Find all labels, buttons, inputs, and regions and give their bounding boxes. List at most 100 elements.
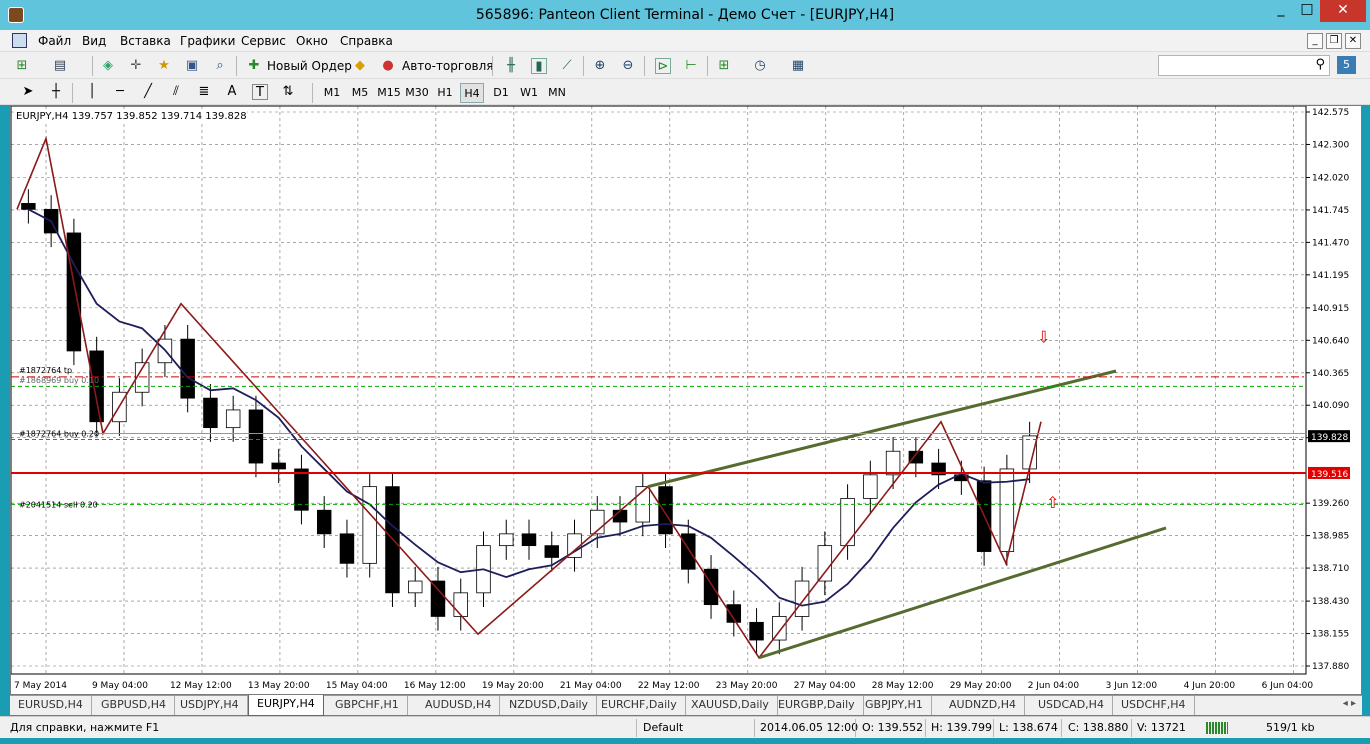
equidistant-channel-icon[interactable]: ⫽ (168, 84, 184, 100)
timeframe-m30[interactable]: M30 (404, 83, 430, 103)
timeframe-h1[interactable]: H1 (433, 83, 457, 103)
menu-tools[interactable]: Сервис (241, 34, 286, 48)
auto-trading-icon[interactable]: ● (380, 58, 396, 74)
candle-body (248, 409, 264, 464)
connection-status-icon[interactable] (1206, 722, 1228, 734)
menu-help[interactable]: Справка (340, 34, 393, 48)
chart-tab[interactable]: NZDUSD,Daily (501, 696, 598, 715)
chart-tab[interactable]: EURGBP,Daily (770, 696, 864, 715)
time-label: 6 Jun 04:00 (1262, 681, 1314, 691)
timeframe-d1[interactable]: D1 (489, 83, 513, 103)
close-button[interactable]: ✕ (1320, 0, 1366, 22)
templates-icon[interactable]: ▦ (790, 58, 806, 74)
chart-tab[interactable]: USDCHF,H4 (1113, 696, 1195, 715)
profiles-icon[interactable]: ▤ (52, 58, 68, 74)
terminal-icon[interactable]: ▣ (184, 58, 200, 74)
chart-tab[interactable]: XAUUSD,Daily (683, 696, 778, 715)
search-icon[interactable]: ⚲ (1315, 57, 1325, 72)
bar-volume: V: 13721 (1137, 721, 1186, 734)
time-label: 13 May 20:00 (248, 681, 310, 691)
candle-body (544, 545, 559, 558)
menu-file[interactable]: Файл (38, 34, 71, 48)
vertical-line-icon[interactable]: │ (84, 84, 100, 100)
candle-body (703, 568, 719, 606)
timeframe-m15[interactable]: M15 (376, 83, 402, 103)
document-icon[interactable] (12, 33, 27, 48)
chart-tab[interactable]: AUDUSD,H4 (417, 696, 501, 715)
toolbar-separator (312, 83, 313, 103)
navigator-icon[interactable]: ★ (156, 58, 172, 74)
chart-tab[interactable]: GBPUSD,H4 (93, 696, 175, 715)
autoscroll-icon[interactable]: ⊳ (655, 58, 671, 74)
candle-body (749, 621, 764, 641)
strategy-tester-icon[interactable]: ⌕ (212, 58, 228, 74)
market-watch-icon[interactable]: ◈ (100, 58, 116, 74)
indicators-icon[interactable]: ⊞ (716, 58, 732, 74)
time-label: 2 Jun 04:00 (1028, 681, 1080, 691)
timeframe-w1[interactable]: W1 (517, 83, 541, 103)
mdi-close-button[interactable]: ✕ (1345, 33, 1361, 49)
chart-tab[interactable]: EURJPY,H4 (248, 695, 324, 716)
menu-view[interactable]: Вид (82, 34, 106, 48)
new-order-icon[interactable]: ✚ (246, 58, 262, 74)
candlestick-icon[interactable]: ▮ (531, 58, 547, 74)
time-label: 19 May 20:00 (482, 681, 544, 691)
meta-editor-icon[interactable]: ◆ (352, 58, 368, 74)
menu-charts[interactable]: Графики (180, 34, 235, 48)
chart-tab[interactable]: AUDNZD,H4 (941, 696, 1026, 715)
timeframe-m1[interactable]: M1 (320, 83, 344, 103)
bar-chart-icon[interactable]: ╫ (503, 58, 519, 74)
candle-body (66, 232, 82, 352)
mdi-restore-button[interactable]: ❐ (1326, 33, 1342, 49)
tab-scroll-arrows[interactable]: ◂ ▸ (1343, 698, 1356, 709)
time-label: 22 May 12:00 (638, 681, 700, 691)
menu-window[interactable]: Окно (296, 34, 328, 48)
auto-trading-button[interactable]: Авто-торговля (402, 56, 494, 76)
timeframe-h4[interactable]: H4 (460, 83, 484, 103)
candle-body (885, 450, 901, 476)
chart-shift-icon[interactable]: ⊢ (683, 58, 699, 74)
chart-tab[interactable]: GBPCHF,H1 (327, 696, 408, 715)
candle-body (339, 533, 355, 564)
price-chart[interactable]: 142.575 142.300 142.020 141.745 141.470 141.1… (11, 106, 1363, 696)
line-chart-icon[interactable]: ⟋ (559, 58, 575, 74)
text-label-icon[interactable]: T (252, 84, 268, 100)
arrows-icon[interactable]: ⇅ (280, 84, 296, 100)
data-window-icon[interactable]: ✛ (128, 58, 144, 74)
price-label: 138.710 (1312, 564, 1349, 574)
new-order-button[interactable]: Новый Ордер (267, 56, 352, 76)
chart-tab[interactable]: USDJPY,H4 (172, 696, 248, 715)
text-tool-icon[interactable]: A (224, 84, 240, 100)
horizontal-line-icon[interactable]: ─ (112, 84, 128, 100)
search-input[interactable]: ⚲ (1158, 55, 1330, 76)
chart-tab[interactable]: EURCHF,Daily (593, 696, 686, 715)
toolbar-separator (492, 56, 493, 76)
messages-icon[interactable]: 5 (1337, 56, 1356, 74)
timeframe-mn[interactable]: MN (545, 83, 569, 103)
candle-body (180, 338, 195, 399)
fibonacci-icon[interactable]: ≣ (196, 84, 212, 100)
timeframe-m5[interactable]: M5 (348, 83, 372, 103)
candle-body (840, 498, 855, 547)
mdi-minimize-button[interactable]: _ (1307, 33, 1323, 49)
maximize-button[interactable]: □ (1292, 0, 1322, 22)
price-label: 142.020 (1312, 173, 1349, 183)
chart-tab[interactable]: USDCAD,H4 (1030, 696, 1113, 715)
bar-high: H: 139.799 (931, 721, 992, 734)
chart-window[interactable]: 142.575 142.300 142.020 141.745 141.470 141.1… (10, 105, 1362, 695)
chart-tab[interactable]: GBPJPY,H1 (857, 696, 932, 715)
time-label: 21 May 04:00 (560, 681, 622, 691)
price-label: 141.470 (1312, 238, 1349, 248)
zoom-in-icon[interactable]: ⊕ (592, 58, 608, 74)
trendline-icon[interactable]: ╱ (140, 84, 156, 100)
new-chart-icon[interactable]: ⊞ (14, 58, 30, 74)
menu-insert[interactable]: Вставка (120, 34, 171, 48)
price-label: 140.090 (1312, 401, 1349, 411)
cursor-icon[interactable]: ➤ (20, 84, 36, 100)
chart-tab[interactable]: EURUSD,H4 (10, 696, 92, 715)
periods-icon[interactable]: ◷ (752, 58, 768, 74)
crosshair-icon[interactable]: ┼ (48, 84, 64, 100)
title-bar: 565896: Panteon Client Terminal - Демо С… (0, 0, 1370, 30)
candle-body (316, 509, 332, 535)
zoom-out-icon[interactable]: ⊖ (620, 58, 636, 74)
